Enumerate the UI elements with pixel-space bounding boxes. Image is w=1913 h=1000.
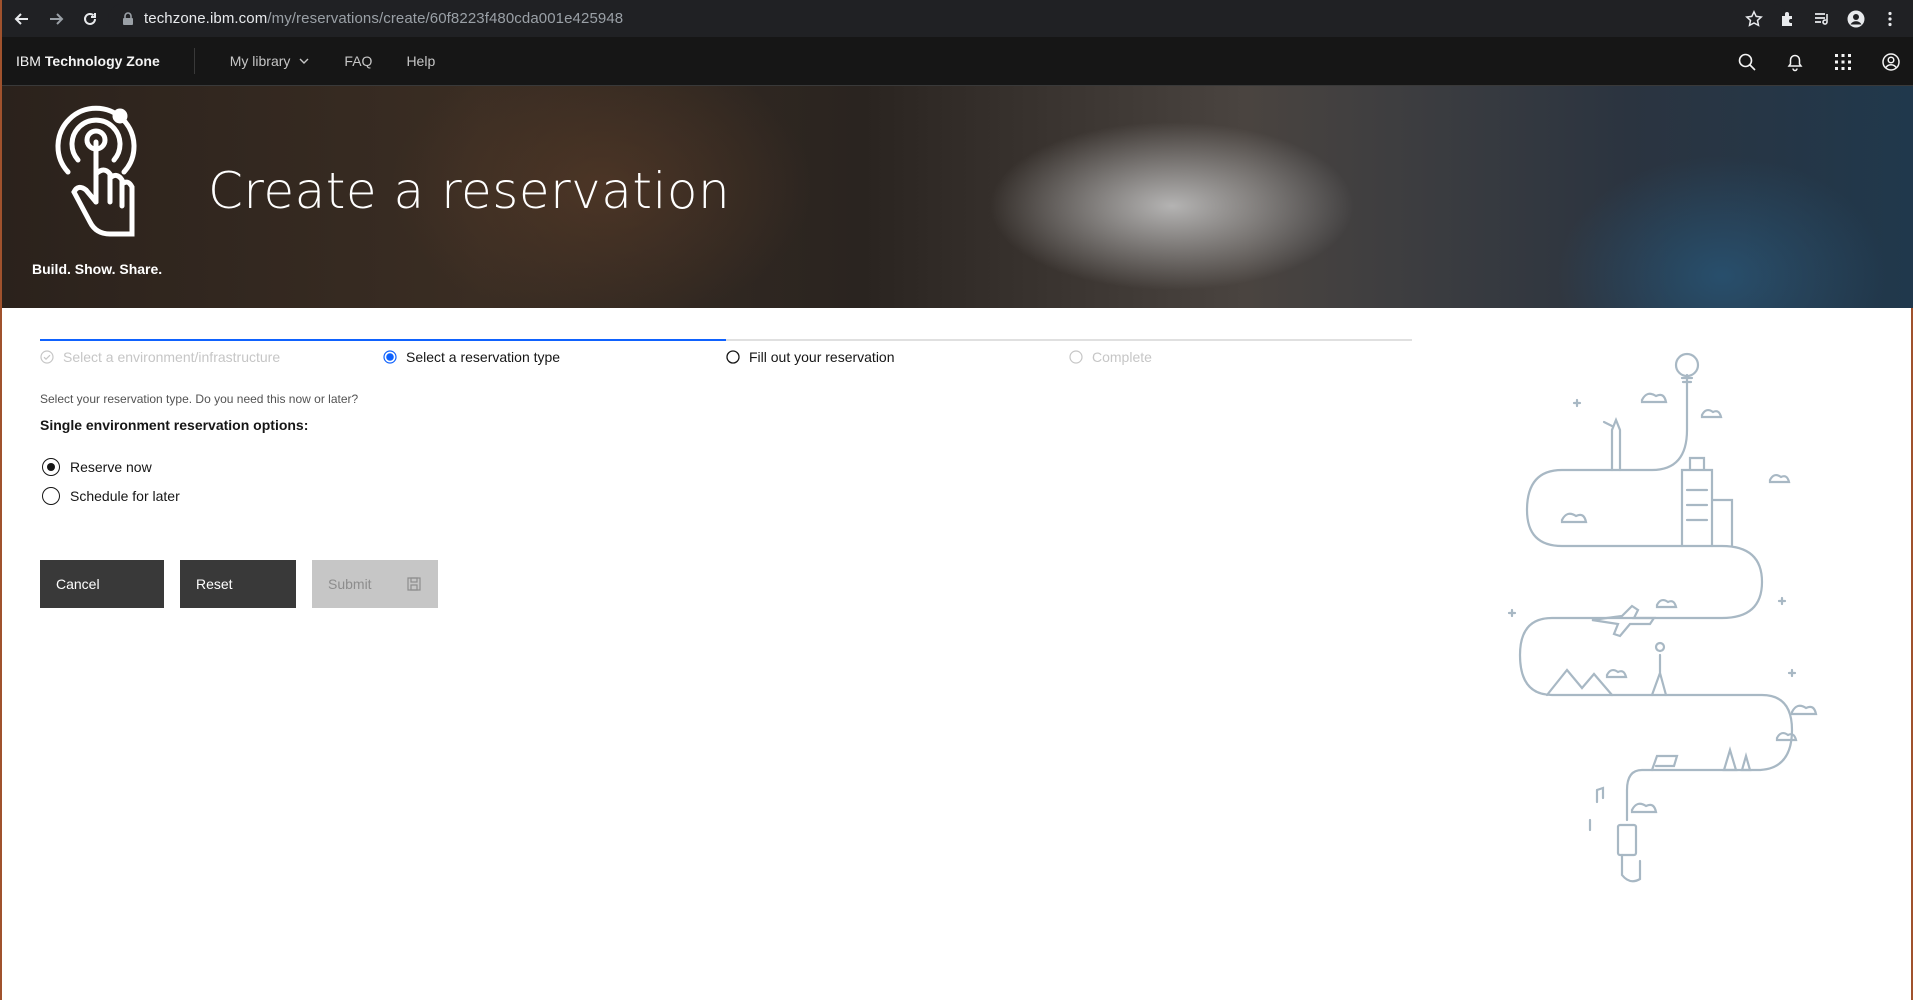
extensions-button[interactable] — [1777, 8, 1799, 30]
star-icon — [1745, 9, 1763, 27]
radio-selected-icon — [42, 458, 60, 476]
reset-button[interactable]: Reset — [180, 560, 296, 608]
profile-button[interactable] — [1845, 8, 1867, 30]
disabled-step-icon — [1069, 350, 1083, 364]
url-text: techzone.ibm.com/my/reservations/create/… — [144, 10, 624, 27]
options-legend: Single environment reservation options: — [40, 417, 309, 433]
bookmark-star-button[interactable] — [1743, 8, 1765, 30]
app-switcher-button[interactable] — [1819, 38, 1867, 86]
hero-banner: Build. Show. Share. Create a reservation — [2, 86, 1913, 308]
progress-step-label: Fill out your reservation — [749, 349, 895, 365]
radio-label: Reserve now — [70, 459, 152, 475]
nav-faq-label: FAQ — [344, 53, 373, 69]
touch-logo-icon — [55, 105, 137, 237]
nav-faq[interactable]: FAQ — [327, 37, 389, 85]
page-title: Create a reservation — [208, 162, 731, 220]
more-vertical-icon — [1888, 11, 1892, 26]
lock-icon — [123, 11, 133, 25]
search-icon — [1738, 53, 1756, 71]
playlist-icon — [1815, 12, 1828, 25]
progress-step-fill-out[interactable]: Fill out your reservation — [726, 339, 1069, 369]
submit-button: Submit — [312, 560, 438, 608]
nav-my-library[interactable]: My library — [213, 37, 328, 85]
back-button[interactable] — [8, 5, 36, 33]
progress-step-label: Complete — [1092, 349, 1152, 365]
puzzle-icon — [1782, 11, 1792, 26]
chevron-down-icon — [299, 58, 309, 64]
checkmark-outline-icon — [40, 350, 54, 364]
media-button[interactable] — [1811, 8, 1833, 30]
nav-help[interactable]: Help — [389, 37, 452, 85]
grid-icon — [1835, 53, 1851, 70]
progress-step-environment[interactable]: Select a environment/infrastructure — [40, 339, 383, 369]
browser-toolbar: techzone.ibm.com/my/reservations/create/… — [2, 0, 1913, 37]
radio-label: Schedule for later — [70, 488, 180, 504]
arrow-left-icon — [14, 12, 28, 25]
submit-button-label: Submit — [328, 576, 372, 592]
nav-my-library-label: My library — [229, 53, 291, 69]
user-profile-button[interactable] — [1867, 38, 1913, 86]
current-step-icon — [383, 350, 397, 364]
app-header: IBM Technology Zone My library FAQ Help — [2, 37, 1913, 86]
radio-schedule-later[interactable]: Schedule for later — [42, 487, 180, 505]
helper-text: Select your reservation type. Do you nee… — [40, 392, 359, 406]
save-icon — [407, 577, 421, 591]
brand-name: Technology Zone — [44, 53, 160, 69]
address-bar[interactable]: techzone.ibm.com/my/reservations/create/… — [108, 4, 1788, 33]
cancel-button-label: Cancel — [56, 576, 100, 592]
journey-illustration — [1507, 352, 1818, 883]
progress-step-label: Select a reservation type — [406, 349, 561, 365]
incomplete-step-icon — [726, 350, 740, 364]
forward-button[interactable] — [42, 5, 70, 33]
search-button[interactable] — [1723, 38, 1771, 86]
radio-unselected-icon — [42, 487, 60, 505]
progress-indicator: Select a environment/infrastructure Sele… — [40, 339, 1412, 369]
bell-icon — [1787, 54, 1803, 71]
notifications-button[interactable] — [1771, 38, 1819, 86]
progress-step-reservation-type[interactable]: Select a reservation type — [383, 339, 726, 369]
progress-step-label: Select a environment/infrastructure — [63, 349, 281, 365]
chrome-menu-button[interactable] — [1879, 8, 1901, 30]
reload-icon — [84, 12, 96, 25]
brand-prefix: IBM — [16, 53, 41, 69]
reset-button-label: Reset — [196, 576, 233, 592]
cancel-button[interactable]: Cancel — [40, 560, 164, 608]
hero-tagline: Build. Show. Share. — [32, 261, 163, 277]
person-icon — [1847, 10, 1865, 27]
radio-reserve-now[interactable]: Reserve now — [42, 458, 152, 476]
brand-link[interactable]: IBM Technology Zone — [2, 48, 195, 74]
user-avatar-icon — [1882, 52, 1900, 71]
reload-button[interactable] — [76, 5, 104, 33]
nav-help-label: Help — [406, 53, 436, 69]
progress-step-complete: Complete — [1069, 339, 1412, 369]
arrow-right-icon — [50, 12, 64, 25]
